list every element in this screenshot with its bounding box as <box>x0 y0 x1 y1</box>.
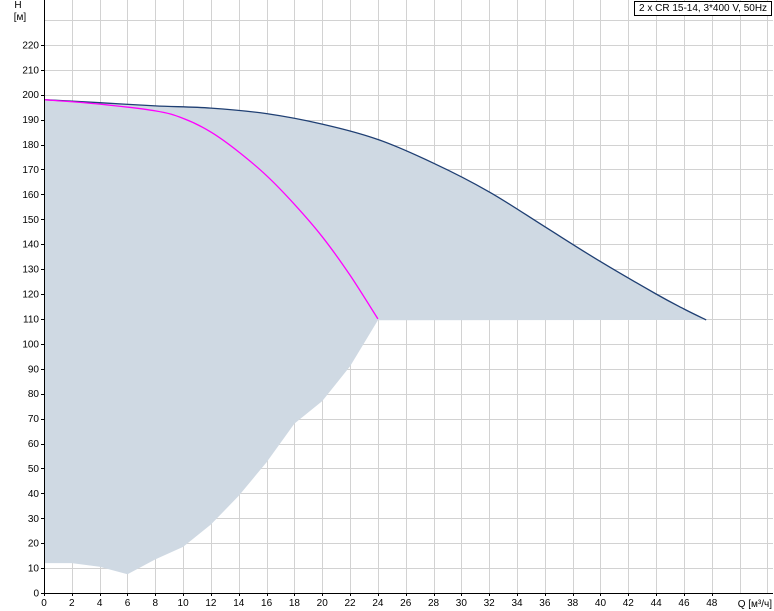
y-tick-label: 100 <box>22 339 39 350</box>
x-tick-label: 44 <box>651 598 663 609</box>
y-tick-label: 40 <box>28 489 40 500</box>
y-tick-label: 30 <box>28 514 40 525</box>
x-tick-label: 8 <box>153 598 159 609</box>
x-tick-label: 22 <box>345 598 357 609</box>
y-axis-label: H <box>14 0 21 11</box>
y-tick-label: 220 <box>22 40 39 51</box>
legend: 2 x CR 15-14, 3*400 V, 50Hz <box>634 1 773 16</box>
y-tick-label: 90 <box>28 364 40 375</box>
x-tick-label: 10 <box>178 598 190 609</box>
y-tick-label: 50 <box>28 464 40 475</box>
y-tick-label: 110 <box>23 314 39 325</box>
y-tick-label: 20 <box>28 539 40 550</box>
y-tick-label: 190 <box>22 115 39 126</box>
y-tick-label: 130 <box>22 265 39 276</box>
x-tick-label: 14 <box>233 598 245 609</box>
y-tick-label: 200 <box>22 90 39 101</box>
x-tick-label: 6 <box>125 598 131 609</box>
y-tick-label: 70 <box>28 414 40 425</box>
y-tick-label: 150 <box>22 215 39 226</box>
x-tick-label: 48 <box>706 598 718 609</box>
y-tick-label: 60 <box>28 439 40 450</box>
x-tick-label: 36 <box>539 598 551 609</box>
x-tick-label: 20 <box>317 598 329 609</box>
y-tick-label: 140 <box>22 240 39 251</box>
y-tick-label: 120 <box>22 290 39 301</box>
x-tick-label: 46 <box>678 598 690 609</box>
x-tick-label: 38 <box>567 598 579 609</box>
y-tick-labels: 0 10 20 30 40 50 60 70 80 90 100 110 120 130 140 150 160… <box>22 40 39 599</box>
x-tick-label: 42 <box>623 598 635 609</box>
x-tick-label: 2 <box>69 598 75 609</box>
x-tick-label: 0 <box>41 598 47 609</box>
x-tick-label: 28 <box>428 598 440 609</box>
x-axis-label: Q [м³/ч] <box>738 599 773 610</box>
x-tick-labels: 0 2 4 6 8 10 12 14 16 18 20 22 24 26 28 30 32 34 36 38 40 42 4… <box>41 598 718 609</box>
x-tick-label: 26 <box>400 598 412 609</box>
y-axis-unit: [м] <box>14 12 27 23</box>
x-tick-label: 24 <box>372 598 384 609</box>
y-tick-label: 10 <box>28 564 40 575</box>
y-tick-label: 160 <box>22 190 39 201</box>
x-tick-label: 40 <box>595 598 607 609</box>
x-tick-label: 4 <box>97 598 103 609</box>
y-tick-label: 170 <box>22 165 39 176</box>
y-tick-label: 180 <box>22 140 39 151</box>
y-tick-label: 0 <box>33 589 39 600</box>
y-tick-label: 80 <box>28 389 40 400</box>
y-tick-label: 210 <box>22 65 39 76</box>
pump-curve-chart: 0 2 4 6 8 10 12 14 16 18 20 22 24 26 28 30 32 34 36 38 40 42 4… <box>14 0 773 610</box>
x-tick-label: 30 <box>456 598 468 609</box>
x-tick-label: 16 <box>261 598 273 609</box>
x-tick-label: 32 <box>484 598 496 609</box>
x-tick-label: 12 <box>205 598 217 609</box>
x-tick-label: 34 <box>511 598 523 609</box>
x-tick-label: 18 <box>289 598 301 609</box>
